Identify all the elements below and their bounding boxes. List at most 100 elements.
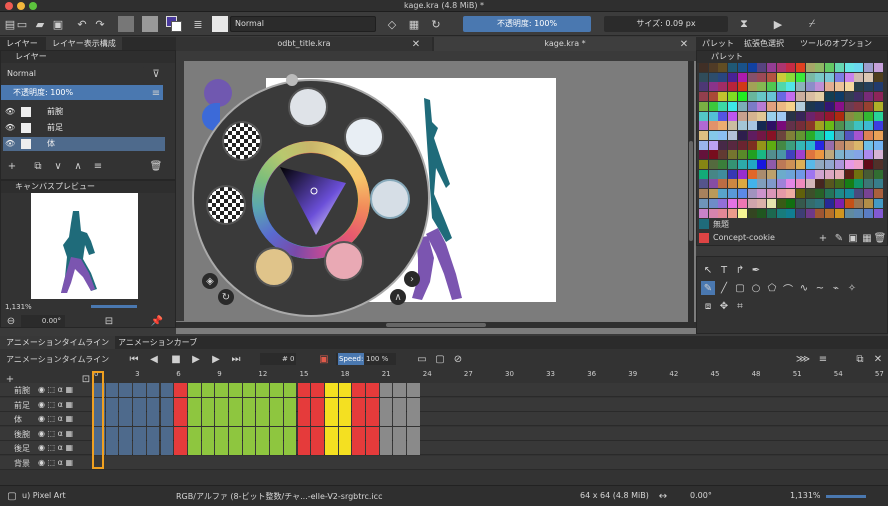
layer-row[interactable]: 👁 前腕 — [3, 105, 165, 119]
keyframe-cell[interactable] — [174, 441, 187, 455]
palette-swatch[interactable] — [718, 150, 728, 160]
palette-swatch[interactable] — [747, 121, 757, 131]
palette-swatch[interactable] — [747, 92, 757, 102]
keyframe-cell[interactable] — [283, 383, 297, 397]
palette-swatch[interactable] — [796, 179, 805, 189]
keyframe-cell[interactable] — [187, 412, 201, 426]
keyframe-cell[interactable] — [229, 441, 242, 455]
tab-layer[interactable]: レイヤー — [0, 37, 44, 50]
keyframe-cell[interactable] — [201, 426, 215, 441]
palette-swatch[interactable] — [815, 72, 825, 82]
palette-swatch[interactable] — [863, 150, 873, 160]
palette-swatch[interactable] — [805, 198, 815, 208]
layer-row[interactable]: 👁 前足 — [3, 121, 165, 135]
keyframe-cell[interactable] — [297, 441, 311, 455]
palette-swatch[interactable] — [844, 130, 854, 140]
palette-swatch[interactable] — [757, 130, 767, 140]
eye-icon[interactable]: 👁 — [5, 121, 15, 135]
keyframe-cell[interactable] — [324, 441, 338, 455]
palette-swatch[interactable] — [854, 111, 864, 121]
palette-swatch[interactable] — [747, 140, 757, 150]
opacity-slider[interactable]: 不透明度: 100% — [463, 16, 591, 32]
tag-icon[interactable]: ◈ — [202, 273, 218, 289]
keyframe-cell[interactable] — [324, 397, 338, 412]
polyline-tool-icon[interactable]: ⌒ — [781, 281, 795, 296]
palette-swatch[interactable] — [834, 101, 844, 111]
keyframe-cell[interactable] — [311, 397, 324, 412]
crop-tool-icon[interactable]: ⌗ — [733, 299, 747, 313]
keyframe-cell[interactable] — [393, 412, 407, 426]
timeline-layer-row[interactable]: 背景 ◉ ⬚ α ▦ — [0, 455, 888, 470]
palette-swatch[interactable] — [815, 169, 825, 179]
palette-swatch[interactable] — [863, 101, 873, 111]
palette-swatch[interactable] — [825, 111, 835, 121]
filter-icon[interactable]: ⊽ — [149, 67, 163, 81]
palette-swatch[interactable] — [805, 63, 815, 72]
keyframe-cell[interactable] — [297, 426, 311, 441]
palette-swatch[interactable] — [825, 169, 835, 179]
keyframe-cell[interactable] — [352, 397, 365, 412]
palette-swatch[interactable] — [796, 198, 805, 208]
palette-swatch[interactable] — [805, 140, 815, 150]
last-frame-icon[interactable]: ⏭ — [230, 353, 242, 365]
keyframe-cell[interactable] — [133, 426, 146, 441]
palette-swatch[interactable] — [699, 198, 708, 208]
palette-swatch[interactable] — [873, 130, 883, 140]
polygon-tool-icon[interactable]: ⬠ — [765, 281, 779, 295]
palette-swatch[interactable] — [757, 101, 767, 111]
visibility-icon[interactable]: ◉ ⬚ α ▦ — [38, 385, 73, 394]
tab-palette[interactable]: パレット — [696, 37, 740, 50]
palette-swatch[interactable] — [825, 121, 835, 131]
timeline-layer-row[interactable]: 体 ◉ ⬚ α ▦ — [0, 412, 888, 426]
keyframe-cell[interactable] — [133, 441, 146, 455]
palette-swatch[interactable] — [708, 189, 718, 199]
palette-swatch[interactable] — [718, 198, 728, 208]
palette-swatch[interactable] — [718, 111, 728, 121]
palette-swatch[interactable] — [815, 92, 825, 102]
palette-swatch[interactable] — [708, 169, 718, 179]
palette-swatch[interactable] — [757, 150, 767, 160]
palette-swatch[interactable] — [854, 198, 864, 208]
layer-properties-icon[interactable]: ≡ — [91, 159, 105, 173]
palette-swatch[interactable] — [737, 63, 747, 72]
text-tool-icon[interactable]: T — [717, 263, 731, 277]
keyframe-cell[interactable] — [133, 412, 146, 426]
keyframe-cell[interactable] — [119, 441, 133, 455]
keyframe-cell[interactable] — [256, 412, 270, 426]
palette-swatch[interactable] — [815, 121, 825, 131]
palette-swatch[interactable] — [796, 121, 805, 131]
palette-swatch[interactable] — [757, 82, 767, 92]
palette-swatch[interactable] — [757, 160, 767, 169]
brush-size-slider[interactable]: サイズ: 0.09 px — [604, 16, 728, 32]
keyframe-cell[interactable] — [146, 426, 160, 441]
freehand-path-icon[interactable]: ~ — [813, 281, 827, 295]
timeline-menu-icon[interactable]: ≡ — [816, 353, 830, 365]
pattern-icon[interactable] — [142, 16, 158, 32]
palette-swatch[interactable] — [854, 189, 864, 199]
keyframe-cell[interactable] — [105, 412, 119, 426]
reload-preset-icon[interactable]: ↻ — [428, 16, 444, 32]
keyframe-cell[interactable] — [160, 383, 174, 397]
palette-swatch[interactable] — [786, 63, 796, 72]
palette-swatch[interactable] — [834, 63, 844, 72]
keyframe-cell[interactable] — [215, 426, 228, 441]
close-tab-icon[interactable]: ✕ — [678, 38, 690, 50]
palette-swatch[interactable] — [766, 121, 776, 131]
keyframe-cell[interactable] — [270, 412, 283, 426]
ellipse-tool-icon[interactable]: ○ — [749, 281, 763, 295]
palette-swatch[interactable] — [786, 179, 796, 189]
keyframe-cell[interactable] — [229, 426, 242, 441]
palette-swatch[interactable] — [776, 169, 786, 179]
brush-preset-icon[interactable] — [212, 16, 228, 32]
keyframe-cell[interactable] — [119, 383, 133, 397]
palette-swatch[interactable] — [766, 63, 776, 72]
palette-swatch[interactable] — [737, 111, 747, 121]
close-panel-icon[interactable]: ✕ — [872, 353, 884, 365]
palette-swatch[interactable] — [708, 111, 718, 121]
tab-odbt-title[interactable]: odbt_title.kra — [176, 37, 432, 51]
palette-swatch[interactable] — [786, 92, 796, 102]
keyframe-cell[interactable] — [187, 426, 201, 441]
foreground-background-color-icon[interactable] — [166, 16, 182, 32]
palette-swatch[interactable] — [708, 179, 718, 189]
palette-swatch[interactable] — [766, 160, 776, 169]
